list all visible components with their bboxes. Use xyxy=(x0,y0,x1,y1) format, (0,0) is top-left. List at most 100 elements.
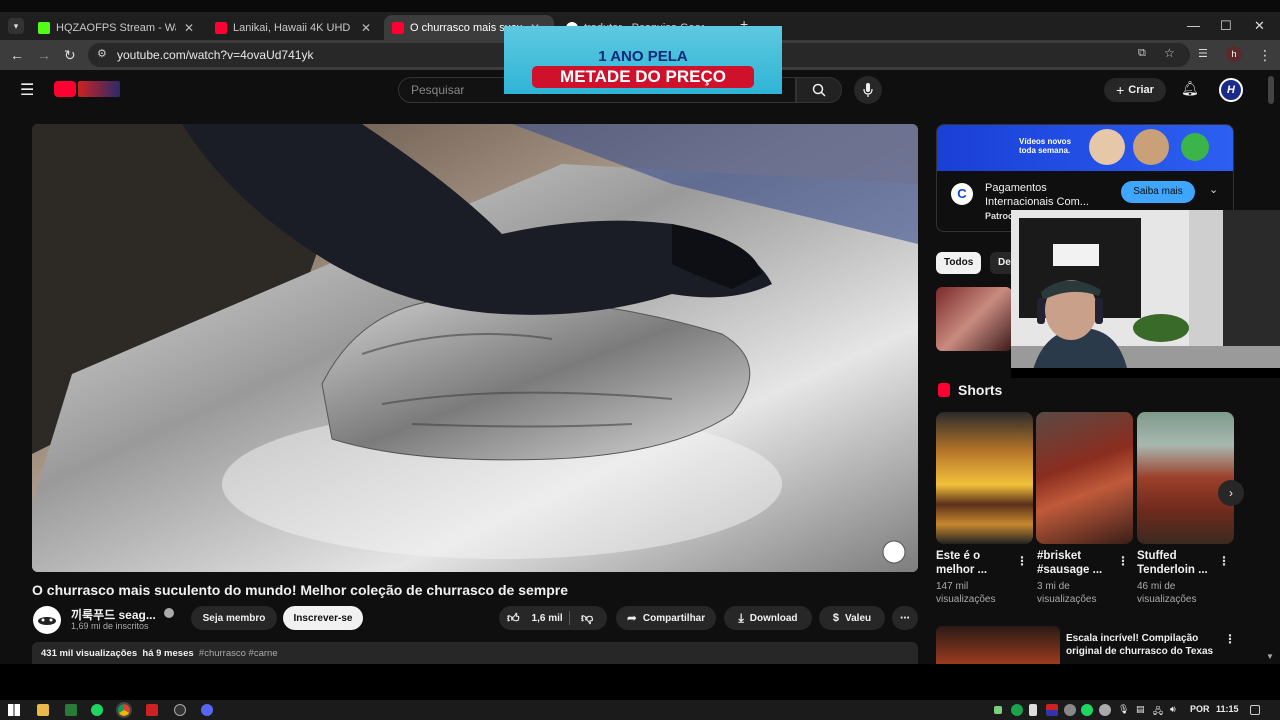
short-menu-icon[interactable]: ⋮ xyxy=(1016,554,1028,568)
tab-hqzaofps[interactable]: HQZAOFPS Stream - Watch Live ✕ xyxy=(30,15,206,40)
thanks-label: Valeu xyxy=(844,612,872,624)
voice-search-button[interactable] xyxy=(854,76,882,104)
like-count[interactable]: 1,6 mil xyxy=(532,613,563,624)
more-actions-button[interactable]: ⋯ xyxy=(892,606,918,630)
close-icon[interactable]: ✕ xyxy=(184,21,194,35)
watch-page: O churrasco mais suculento do mundo! Mel… xyxy=(0,110,1280,664)
site-info-icon[interactable]: ⚙ xyxy=(97,47,107,60)
app-icon[interactable] xyxy=(65,704,77,716)
cast-icon[interactable]: ⧉ xyxy=(1138,47,1146,60)
create-button[interactable]: + Criar xyxy=(1104,78,1166,102)
search-button[interactable] xyxy=(796,77,842,103)
close-window-icon[interactable]: ✕ xyxy=(1254,18,1265,34)
profile-avatar[interactable]: h xyxy=(1226,46,1242,62)
shorts-heading: Shorts xyxy=(938,382,1002,398)
scrollbar-down-arrow[interactable]: ▼ xyxy=(1266,652,1274,661)
forward-icon[interactable]: → xyxy=(37,47,51,63)
join-button[interactable]: Seja membro xyxy=(191,606,277,630)
app-icon[interactable] xyxy=(146,704,158,716)
microphone-icon xyxy=(863,83,873,97)
maximize-icon[interactable]: ☐ xyxy=(1220,18,1232,34)
spotify-icon[interactable] xyxy=(1081,704,1093,716)
reload-icon[interactable]: ↻ xyxy=(64,47,76,64)
youtube-premium-badge xyxy=(78,81,120,97)
url-text: youtube.com/watch?v=4ovaUd741yk xyxy=(117,48,314,62)
chrome-icon[interactable] xyxy=(116,702,132,718)
ad-banner-image: Vídeos novos toda semana. xyxy=(937,125,1233,171)
tray-app-icon[interactable] xyxy=(1046,704,1058,716)
shorts-next-arrow[interactable]: › xyxy=(1218,480,1244,506)
tray-app-icon[interactable] xyxy=(1064,704,1076,716)
notification-center-icon[interactable] xyxy=(1250,705,1260,715)
short-title[interactable]: #brisket #sausage ... xyxy=(1037,549,1115,577)
short-title[interactable]: Este é o melhor ... xyxy=(936,549,1014,577)
account-avatar[interactable]: H xyxy=(1219,78,1243,102)
tab-search-menu-button[interactable]: ▾ xyxy=(8,18,24,34)
webcam-overlay xyxy=(1011,210,1280,378)
description-box[interactable]: 431 mil visualizações há 9 meses #churra… xyxy=(32,642,918,664)
learn-more-button[interactable]: Saiba mais xyxy=(1121,181,1195,203)
input-language[interactable]: POR xyxy=(1190,704,1210,714)
bookmark-star-icon[interactable]: ☆ xyxy=(1164,46,1175,60)
download-button[interactable]: ⤓ Download xyxy=(724,606,812,630)
file-explorer-icon[interactable] xyxy=(37,704,49,716)
ad-banner-text-2: toda semana. xyxy=(1019,146,1071,155)
close-icon[interactable]: ✕ xyxy=(361,21,371,35)
tray-app-icon[interactable] xyxy=(1029,704,1037,716)
windows-taskbar: 🎙︎ ▤ 🖧︎ 🔊︎ POR 11:15 xyxy=(0,700,1280,720)
tray-app-icon[interactable]: ▤ xyxy=(1136,704,1145,715)
like-icon[interactable]: 👍︎ xyxy=(507,611,520,626)
short-thumbnail-burger[interactable] xyxy=(936,412,1033,544)
dislike-icon[interactable]: 👎︎ xyxy=(581,611,593,626)
youtube-logo[interactable] xyxy=(54,81,120,97)
youtube-icon xyxy=(215,21,227,34)
discord-icon[interactable] xyxy=(201,704,213,716)
shorts-label: Shorts xyxy=(958,382,1003,398)
short-menu-icon[interactable]: ⋮ xyxy=(1117,554,1129,568)
tray-app-icon[interactable] xyxy=(1099,704,1111,716)
extensions-icon[interactable]: ☰ xyxy=(1198,47,1208,60)
obs-icon[interactable] xyxy=(174,704,186,716)
promo-overlay-banner[interactable]: 1 ANO PELA METADE DO PREÇO xyxy=(504,26,782,94)
recommended-menu-icon[interactable]: ⋮ xyxy=(1224,632,1236,646)
upload-age: há 9 meses xyxy=(142,648,194,659)
view-count: 431 mil visualizações xyxy=(41,648,138,659)
notifications-bell-icon[interactable]: 🔔︎ xyxy=(1181,80,1199,97)
tab-lanikai[interactable]: Lanikai, Hawaii 4K UHD – Pristi ✕ xyxy=(207,15,383,40)
back-icon[interactable]: ← xyxy=(10,47,24,63)
microphone-icon[interactable]: 🎙︎ xyxy=(1118,704,1129,715)
hashtags[interactable]: #churrasco #carne xyxy=(199,648,278,659)
streamer-camera-feed xyxy=(1011,210,1280,378)
subscribe-button[interactable]: Inscrever-se xyxy=(283,606,363,630)
recommended-thumbnail[interactable] xyxy=(936,626,1060,664)
volume-icon[interactable]: 🔊︎ xyxy=(1170,704,1176,715)
verified-icon xyxy=(164,608,174,618)
tray-app-icon[interactable] xyxy=(994,706,1002,714)
chevron-down-icon[interactable]: ⌄ xyxy=(1209,183,1218,196)
tray-app-icon[interactable] xyxy=(1011,704,1023,716)
hamburger-menu-icon[interactable]: ☰ xyxy=(20,80,34,100)
spotify-icon[interactable] xyxy=(91,704,103,716)
kick-icon xyxy=(38,21,50,34)
short-thumbnail-brisket[interactable] xyxy=(1036,412,1133,544)
short-menu-icon[interactable]: ⋮ xyxy=(1218,554,1230,568)
short-thumbnail-tenderloin[interactable] xyxy=(1137,412,1234,544)
short-title[interactable]: Stuffed Tenderloin ... xyxy=(1137,549,1215,577)
chip-all[interactable]: Todos xyxy=(936,252,982,274)
minimize-icon[interactable]: — xyxy=(1187,18,1200,33)
clock[interactable]: 11:15 xyxy=(1216,704,1239,714)
super-thanks-icon: $ xyxy=(832,612,839,624)
download-icon: ⤓ xyxy=(738,610,744,625)
screen-top-strip xyxy=(0,0,1280,12)
recommended-thumbnail[interactable] xyxy=(936,287,1012,351)
thanks-button[interactable]: $ Valeu xyxy=(819,606,885,630)
network-icon[interactable]: 🖧︎ xyxy=(1153,704,1163,720)
search-icon xyxy=(812,83,826,97)
chrome-menu-icon[interactable]: ⋮ xyxy=(1258,47,1272,64)
share-button[interactable]: ➦ Compartilhar xyxy=(616,606,716,630)
scrollbar-top-arrow[interactable] xyxy=(1268,76,1274,104)
recommended-title[interactable]: Escala incrível! Compilação original de … xyxy=(1066,632,1216,658)
windows-start-icon[interactable] xyxy=(8,704,20,716)
channel-avatar[interactable] xyxy=(33,606,61,634)
video-player[interactable] xyxy=(32,124,918,572)
